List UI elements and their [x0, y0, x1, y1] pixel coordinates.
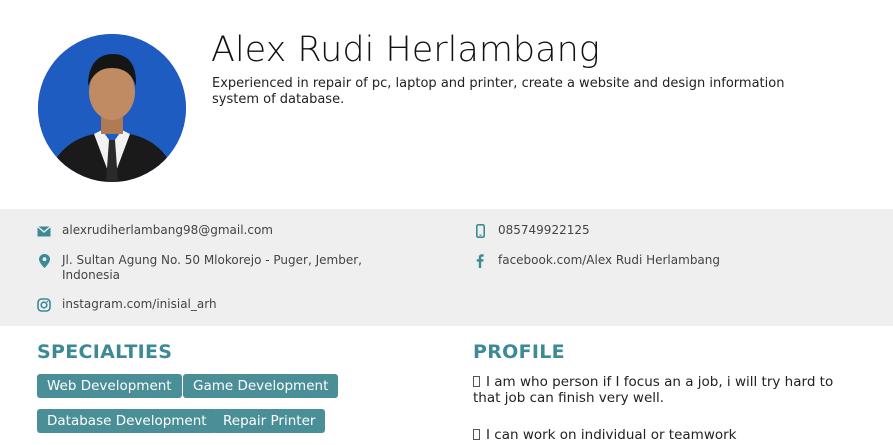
summary-text: Experienced in repair of pc, laptop and … — [212, 76, 785, 107]
bullet-icon — [473, 376, 480, 387]
contact-instagram[interactable]: instagram.com/inisial_arh — [37, 297, 217, 312]
contact-bar: alexrudiherlambang98@gmail.com 085749922… — [0, 209, 893, 326]
profile-item: I can work on individual or teamwork — [473, 427, 853, 443]
profile-heading: PROFILE — [473, 341, 565, 363]
instagram-text: instagram.com/inisial_arh — [62, 297, 217, 311]
map-pin-icon — [37, 254, 51, 268]
contact-email[interactable]: alexrudiherlambang98@gmail.com — [37, 223, 273, 238]
full-name: Alex Rudi Herlambang — [211, 30, 600, 70]
email-text: alexrudiherlambang98@gmail.com — [62, 223, 273, 237]
profile-item: I am who person if I focus an a job, i w… — [473, 374, 853, 406]
contact-facebook[interactable]: facebook.com/Alex Rudi Herlambang — [473, 253, 720, 268]
profile-item-text: I am who person if I focus an a job, i w… — [473, 374, 834, 406]
phone-text: 085749922125 — [498, 223, 590, 237]
instagram-icon — [37, 298, 51, 312]
contact-phone[interactable]: 085749922125 — [473, 223, 590, 238]
envelope-icon — [37, 224, 51, 238]
tag-repair-printer: Repair Printer — [213, 409, 326, 433]
tag-game-development: Game Development — [183, 374, 339, 398]
bullet-icon — [473, 429, 480, 440]
specialties-heading: SPECIALTIES — [37, 341, 173, 363]
tag-web-development: Web Development — [37, 374, 182, 398]
phone-icon — [473, 224, 487, 238]
facebook-text: facebook.com/Alex Rudi Herlambang — [498, 253, 721, 267]
profile-item-text: I can work on individual or teamwork — [486, 427, 737, 443]
facebook-icon — [473, 254, 487, 268]
contact-address: Jl. Sultan Agung No. 50 Mlokorejo - Puge… — [37, 253, 362, 283]
profile-photo — [38, 34, 186, 182]
address-text: Jl. Sultan Agung No. 50 Mlokorejo - Puge… — [62, 253, 362, 282]
tag-database-development: Database Development — [37, 409, 217, 433]
resume-header: Alex Rudi Herlambang Experienced in repa… — [0, 0, 893, 209]
